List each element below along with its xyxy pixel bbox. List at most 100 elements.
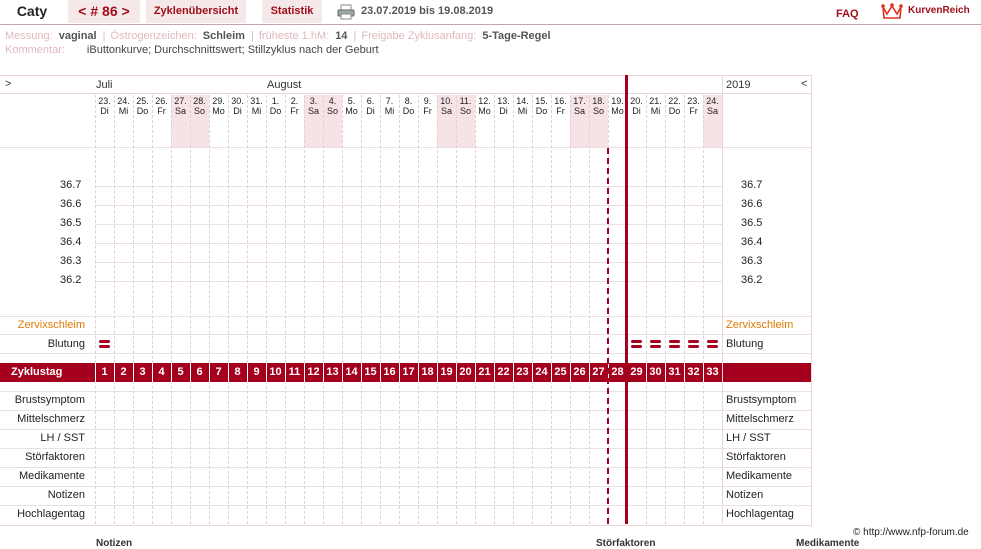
- day-header-24[interactable]: 15. Do: [532, 96, 551, 116]
- day-header-16[interactable]: 7. Mi: [380, 96, 399, 116]
- day-header-23[interactable]: 14. Mi: [513, 96, 532, 116]
- cycle-day-11[interactable]: 11: [285, 363, 304, 382]
- day-header-3[interactable]: 25. Do: [133, 96, 152, 116]
- day-weekday: Mo: [212, 106, 225, 116]
- cycle-day-2[interactable]: 2: [114, 363, 133, 382]
- day-gridline: [247, 95, 248, 524]
- day-weekday: Sa: [174, 106, 186, 116]
- day-header-7[interactable]: 29. Mo: [209, 96, 228, 116]
- cycle-day-separator: [209, 363, 210, 382]
- day-header-13[interactable]: 4. So: [323, 96, 342, 116]
- day-header-17[interactable]: 8. Do: [399, 96, 418, 116]
- temp-label-right: 36.7: [741, 179, 763, 191]
- cycle-day-1[interactable]: 1: [95, 363, 114, 382]
- cycle-day-24[interactable]: 24: [532, 363, 551, 382]
- row-label-right: LH / SST: [726, 432, 771, 444]
- day-header-25[interactable]: 16. Fr: [551, 96, 570, 116]
- cycle-day-10[interactable]: 10: [266, 363, 285, 382]
- day-date: 3.: [309, 96, 318, 106]
- cycle-day-separator: [95, 363, 96, 382]
- cycle-day-31[interactable]: 31: [665, 363, 684, 382]
- bleeding-mark[interactable]: [99, 339, 110, 348]
- day-header-15[interactable]: 6. Di: [361, 96, 380, 116]
- day-weekday: Sa: [706, 106, 718, 116]
- day-header-4[interactable]: 26. Fr: [152, 96, 171, 116]
- day-header-9[interactable]: 31. Mi: [247, 96, 266, 116]
- day-header-33[interactable]: 24. Sa: [703, 96, 722, 116]
- cycle-day-separator: [418, 363, 419, 382]
- day-date: 21.: [649, 96, 662, 106]
- cycle-day-27[interactable]: 27: [589, 363, 608, 382]
- row-label-right: Notizen: [726, 489, 764, 501]
- cycle-day-3[interactable]: 3: [133, 363, 152, 382]
- day-header-14[interactable]: 5. Mo: [342, 96, 361, 116]
- cycle-day-6[interactable]: 6: [190, 363, 209, 382]
- day-header-10[interactable]: 1. Do: [266, 96, 285, 116]
- cycle-day-4[interactable]: 4: [152, 363, 171, 382]
- bleeding-mark[interactable]: [688, 339, 699, 348]
- row-divider: [0, 505, 811, 506]
- cycle-day-separator: [380, 363, 381, 382]
- cycle-day-29[interactable]: 29: [627, 363, 646, 382]
- day-gridline: [703, 95, 704, 524]
- cycle-day-5[interactable]: 5: [171, 363, 190, 382]
- day-date: 24.: [117, 96, 130, 106]
- day-header-32[interactable]: 23. Fr: [684, 96, 703, 116]
- day-date: 24.: [706, 96, 719, 106]
- day-header-5[interactable]: 27. Sa: [171, 96, 190, 116]
- cycle-day-separator: [570, 363, 571, 382]
- temp-label-right: 36.2: [741, 274, 763, 286]
- day-header-2[interactable]: 24. Mi: [114, 96, 133, 116]
- day-gridline: [665, 95, 666, 524]
- bleeding-mark[interactable]: [631, 339, 642, 348]
- cycle-day-33[interactable]: 33: [703, 363, 722, 382]
- day-header-11[interactable]: 2. Fr: [285, 96, 304, 116]
- cycle-day-separator: [665, 363, 666, 382]
- cycle-day-14[interactable]: 14: [342, 363, 361, 382]
- cycle-day-label: Zyklustag: [11, 366, 63, 378]
- cycle-day-12[interactable]: 12: [304, 363, 323, 382]
- day-header-20[interactable]: 11. So: [456, 96, 475, 116]
- copyright[interactable]: © http://www.nfp-forum.de: [853, 527, 969, 538]
- cycle-day-23[interactable]: 23: [513, 363, 532, 382]
- cycle-day-22[interactable]: 22: [494, 363, 513, 382]
- cycle-day-30[interactable]: 30: [646, 363, 665, 382]
- cycle-day-25[interactable]: 25: [551, 363, 570, 382]
- day-header-21[interactable]: 12. Mo: [475, 96, 494, 116]
- cycle-day-19[interactable]: 19: [437, 363, 456, 382]
- bleeding-mark[interactable]: [650, 339, 661, 348]
- day-header-27[interactable]: 18. So: [589, 96, 608, 116]
- cycle-day-7[interactable]: 7: [209, 363, 228, 382]
- day-header-31[interactable]: 22. Do: [665, 96, 684, 116]
- cycle-day-16[interactable]: 16: [380, 363, 399, 382]
- day-header-26[interactable]: 17. Sa: [570, 96, 589, 116]
- bleeding-mark[interactable]: [669, 339, 680, 348]
- day-gridline: [532, 95, 533, 524]
- cycle-day-15[interactable]: 15: [361, 363, 380, 382]
- cycle-day-18[interactable]: 18: [418, 363, 437, 382]
- day-header-22[interactable]: 13. Di: [494, 96, 513, 116]
- day-header-30[interactable]: 21. Mi: [646, 96, 665, 116]
- day-date: 1.: [271, 96, 280, 106]
- cycle-day-21[interactable]: 21: [475, 363, 494, 382]
- cycle-day-13[interactable]: 13: [323, 363, 342, 382]
- day-header-29[interactable]: 20. Di: [627, 96, 646, 116]
- cycle-day-separator: [589, 363, 590, 382]
- cycle-day-9[interactable]: 9: [247, 363, 266, 382]
- day-header-12[interactable]: 3. Sa: [304, 96, 323, 116]
- bleeding-mark[interactable]: [707, 339, 718, 348]
- cycle-day-32[interactable]: 32: [684, 363, 703, 382]
- cycle-day-17[interactable]: 17: [399, 363, 418, 382]
- day-header-8[interactable]: 30. Di: [228, 96, 247, 116]
- cycle-day-20[interactable]: 20: [456, 363, 475, 382]
- day-header-1[interactable]: 23. Di: [95, 96, 114, 116]
- day-header-19[interactable]: 10. Sa: [437, 96, 456, 116]
- day-header-6[interactable]: 28. So: [190, 96, 209, 116]
- day-gridline: [551, 95, 552, 524]
- cycle-day-26[interactable]: 26: [570, 363, 589, 382]
- day-date: 2.: [290, 96, 299, 106]
- day-gridline: [342, 95, 343, 524]
- day-header-18[interactable]: 9. Fr: [418, 96, 437, 116]
- cycle-day-8[interactable]: 8: [228, 363, 247, 382]
- day-gridline: [589, 95, 590, 524]
